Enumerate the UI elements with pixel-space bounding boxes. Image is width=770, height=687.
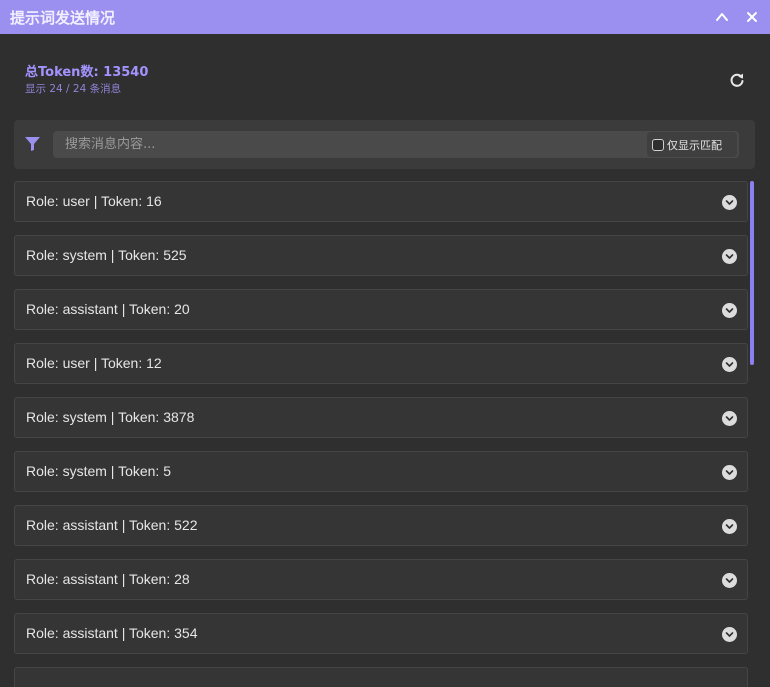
message-count: 显示 24 / 24 条消息 xyxy=(25,83,122,95)
message-row[interactable]: Role: assistant | Token: 28 xyxy=(14,559,748,600)
message-row-label: Role: assistant | Token: 20 xyxy=(26,301,190,317)
message-row[interactable]: Role: system | Token: 525 xyxy=(14,235,748,276)
message-row[interactable] xyxy=(14,667,748,687)
message-row[interactable]: Role: system | Token: 3878 xyxy=(14,397,748,438)
chevron-down-icon[interactable] xyxy=(722,303,737,318)
match-only-checkbox[interactable] xyxy=(652,138,664,151)
match-only-label: 仅显示匹配 xyxy=(667,138,722,152)
close-icon xyxy=(747,12,757,22)
message-row-label: Role: user | Token: 12 xyxy=(26,355,162,371)
chevron-up-icon xyxy=(716,13,728,21)
message-row-label: Role: assistant | Token: 354 xyxy=(26,625,198,641)
search-input[interactable] xyxy=(53,131,633,158)
chevron-down-icon[interactable] xyxy=(722,411,737,426)
message-row-label: Role: assistant | Token: 28 xyxy=(26,571,190,587)
message-row-label: Role: assistant | Token: 522 xyxy=(26,517,198,533)
message-row[interactable]: Role: user | Token: 16 xyxy=(14,181,748,222)
chevron-down-icon[interactable] xyxy=(722,519,737,534)
message-row-label: Role: system | Token: 525 xyxy=(26,247,187,263)
chevron-down-icon[interactable] xyxy=(722,465,737,480)
total-token-count: 总Token数: 13540 xyxy=(25,65,149,80)
refresh-icon xyxy=(730,73,744,87)
message-row[interactable]: Role: assistant | Token: 522 xyxy=(14,505,748,546)
filter-bar: 仅显示匹配 xyxy=(14,120,755,169)
message-row[interactable]: Role: system | Token: 5 xyxy=(14,451,748,492)
close-button[interactable] xyxy=(744,9,760,25)
chevron-down-icon[interactable] xyxy=(722,357,737,372)
message-row-label: Role: user | Token: 16 xyxy=(26,193,162,209)
title-bar-buttons xyxy=(714,9,760,25)
message-row[interactable]: Role: assistant | Token: 20 xyxy=(14,289,748,330)
message-list: Role: user | Token: 16 Role: system | To… xyxy=(14,181,750,687)
message-row[interactable]: Role: assistant | Token: 354 xyxy=(14,613,748,654)
message-row[interactable]: Role: user | Token: 12 xyxy=(14,343,748,384)
collapse-button[interactable] xyxy=(714,9,730,25)
filter-icon xyxy=(25,137,40,151)
search-box: 仅显示匹配 xyxy=(53,131,739,158)
chevron-down-icon[interactable] xyxy=(722,627,737,642)
chevron-down-icon[interactable] xyxy=(722,195,737,210)
window-title: 提示词发送情况 xyxy=(10,8,116,27)
refresh-button[interactable] xyxy=(728,71,746,89)
message-row-label: Role: system | Token: 3878 xyxy=(26,409,195,425)
prompt-status-window: 提示词发送情况 总Token数: 13540 显示 24 / 24 条消息 搜索… xyxy=(0,0,770,687)
match-only-toggle[interactable]: 仅显示匹配 xyxy=(647,132,737,157)
chevron-down-icon[interactable] xyxy=(722,573,737,588)
message-row-label: Role: system | Token: 5 xyxy=(26,463,171,479)
scrollbar-thumb[interactable] xyxy=(750,181,754,365)
chevron-down-icon[interactable] xyxy=(722,249,737,264)
token-summary: 总Token数: 13540 显示 24 / 24 条消息 xyxy=(25,64,148,96)
title-bar: 提示词发送情况 xyxy=(0,0,770,34)
